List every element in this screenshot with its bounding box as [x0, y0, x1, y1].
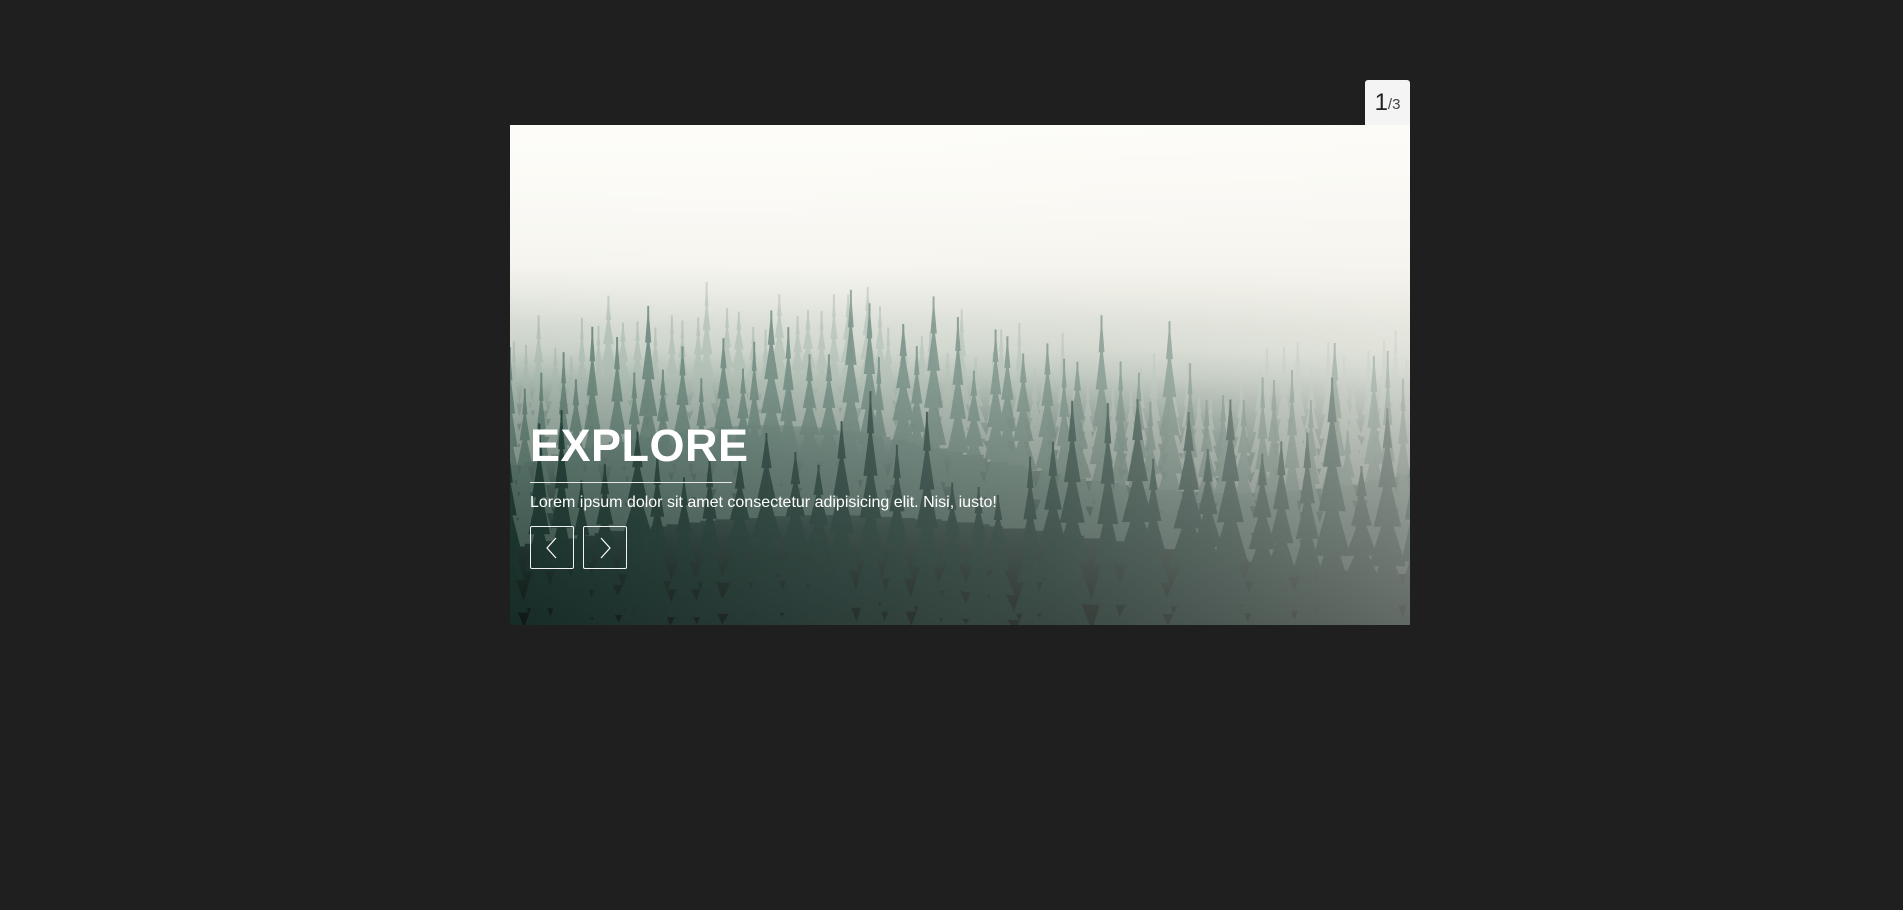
chevron-left-icon	[546, 537, 557, 559]
slide-caption: EXPLORE Lorem ipsum dolor sit amet conse…	[530, 420, 997, 570]
counter-current: 1	[1374, 88, 1388, 116]
caption-divider	[530, 482, 732, 483]
next-slide-button[interactable]	[583, 526, 627, 570]
slide-description: Lorem ipsum dolor sit amet consectetur a…	[530, 494, 997, 511]
counter-total: 3	[1392, 96, 1401, 113]
slide-title: EXPLORE	[530, 420, 749, 471]
slider-navigation	[530, 526, 997, 570]
page: 1 / 3 EXPLORE Lorem ipsum dolor sit amet…	[0, 0, 1903, 910]
slide-counter: 1 / 3	[1365, 80, 1410, 125]
image-slider: EXPLORE Lorem ipsum dolor sit amet conse…	[510, 125, 1410, 625]
chevron-right-icon	[600, 537, 611, 559]
prev-slide-button[interactable]	[530, 526, 574, 570]
